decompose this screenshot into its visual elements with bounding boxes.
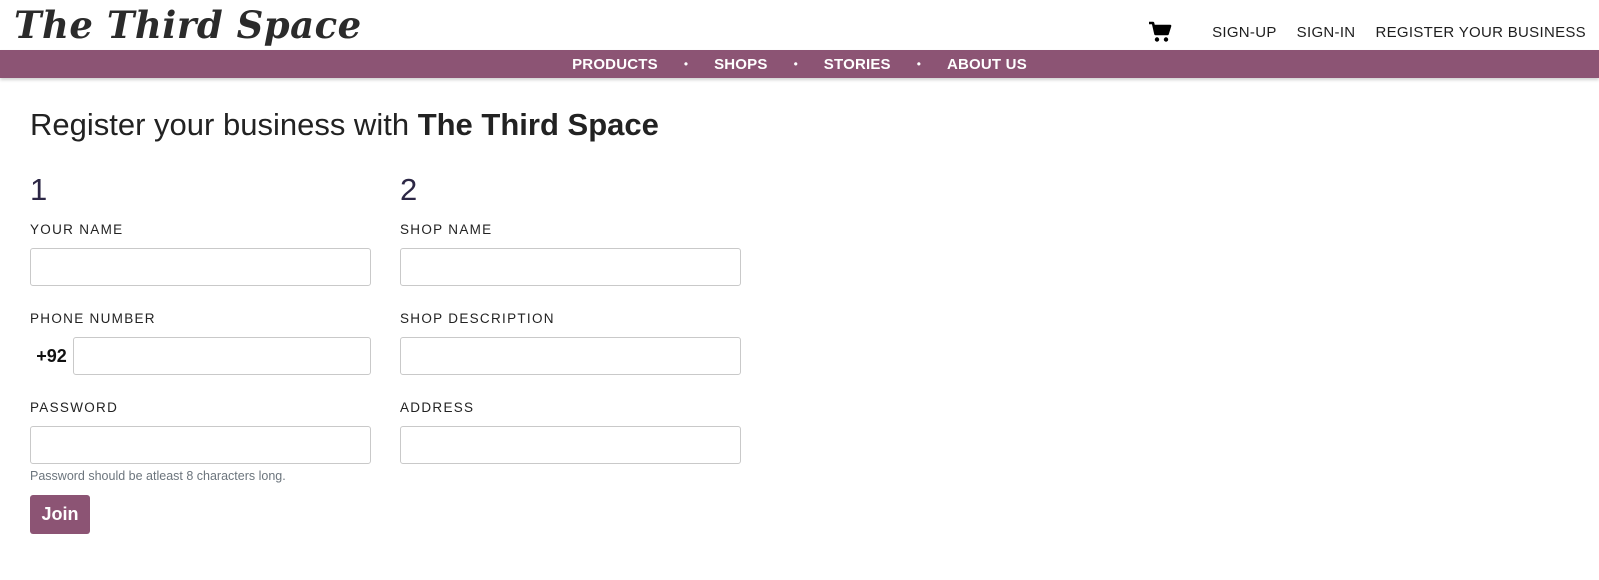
header-links: SIGN-UP SIGN-IN REGISTER YOUR BUSINESS	[1148, 19, 1586, 45]
site-logo[interactable]: The Third Space	[14, 2, 362, 48]
step-number: 2	[400, 172, 418, 207]
page-title-brand: The Third Space	[417, 107, 659, 142]
nav-item-stories[interactable]: STORIES	[824, 56, 891, 73]
form-step-2: 2 SHOP NAME SHOP DESCRIPTION ADDRESS	[400, 170, 741, 464]
nav-separator: •	[793, 57, 798, 71]
password-label: PASSWORD	[30, 400, 119, 415]
phone-number-label: PHONE NUMBER	[30, 311, 156, 326]
page-title: Register your business with The Third Sp…	[30, 107, 659, 143]
shop-description-input[interactable]	[400, 337, 741, 375]
your-name-label: YOUR NAME	[30, 222, 124, 237]
nav-separator: •	[916, 57, 921, 71]
form-step-1: 1 YOUR NAME PHONE NUMBER +92 PASSWORD Pa…	[30, 170, 371, 484]
nav-item-shops[interactable]: SHOPS	[714, 56, 768, 73]
sign-in-link[interactable]: SIGN-IN	[1297, 24, 1356, 41]
password-hint: Password should be atleast 8 characters …	[30, 469, 286, 483]
password-input[interactable]	[30, 426, 371, 464]
shopping-cart-icon[interactable]	[1148, 21, 1172, 43]
sign-up-link[interactable]: SIGN-UP	[1212, 24, 1277, 41]
top-header: The Third Space SIGN-UP SIGN-IN REGISTER…	[0, 0, 1599, 50]
shop-name-label: SHOP NAME	[400, 222, 493, 237]
shop-description-label: SHOP DESCRIPTION	[400, 311, 555, 326]
step-number: 1	[30, 172, 48, 207]
phone-country-code: +92	[36, 345, 67, 366]
register-business-link[interactable]: REGISTER YOUR BUSINESS	[1375, 24, 1586, 41]
join-button[interactable]: Join	[30, 495, 90, 534]
address-label: ADDRESS	[400, 400, 475, 415]
shop-name-input[interactable]	[400, 248, 741, 286]
phone-number-group: +92	[30, 337, 371, 375]
address-input[interactable]	[400, 426, 741, 464]
nav-separator: •	[683, 57, 689, 71]
main-nav: PRODUCTS • SHOPS • STORIES • ABOUT US	[0, 50, 1599, 78]
nav-item-about-us[interactable]: ABOUT US	[947, 56, 1027, 73]
nav-item-products[interactable]: PRODUCTS	[572, 56, 658, 73]
page-title-prefix: Register your business with	[30, 107, 410, 142]
your-name-input[interactable]	[30, 248, 371, 286]
phone-number-input[interactable]	[73, 337, 371, 375]
